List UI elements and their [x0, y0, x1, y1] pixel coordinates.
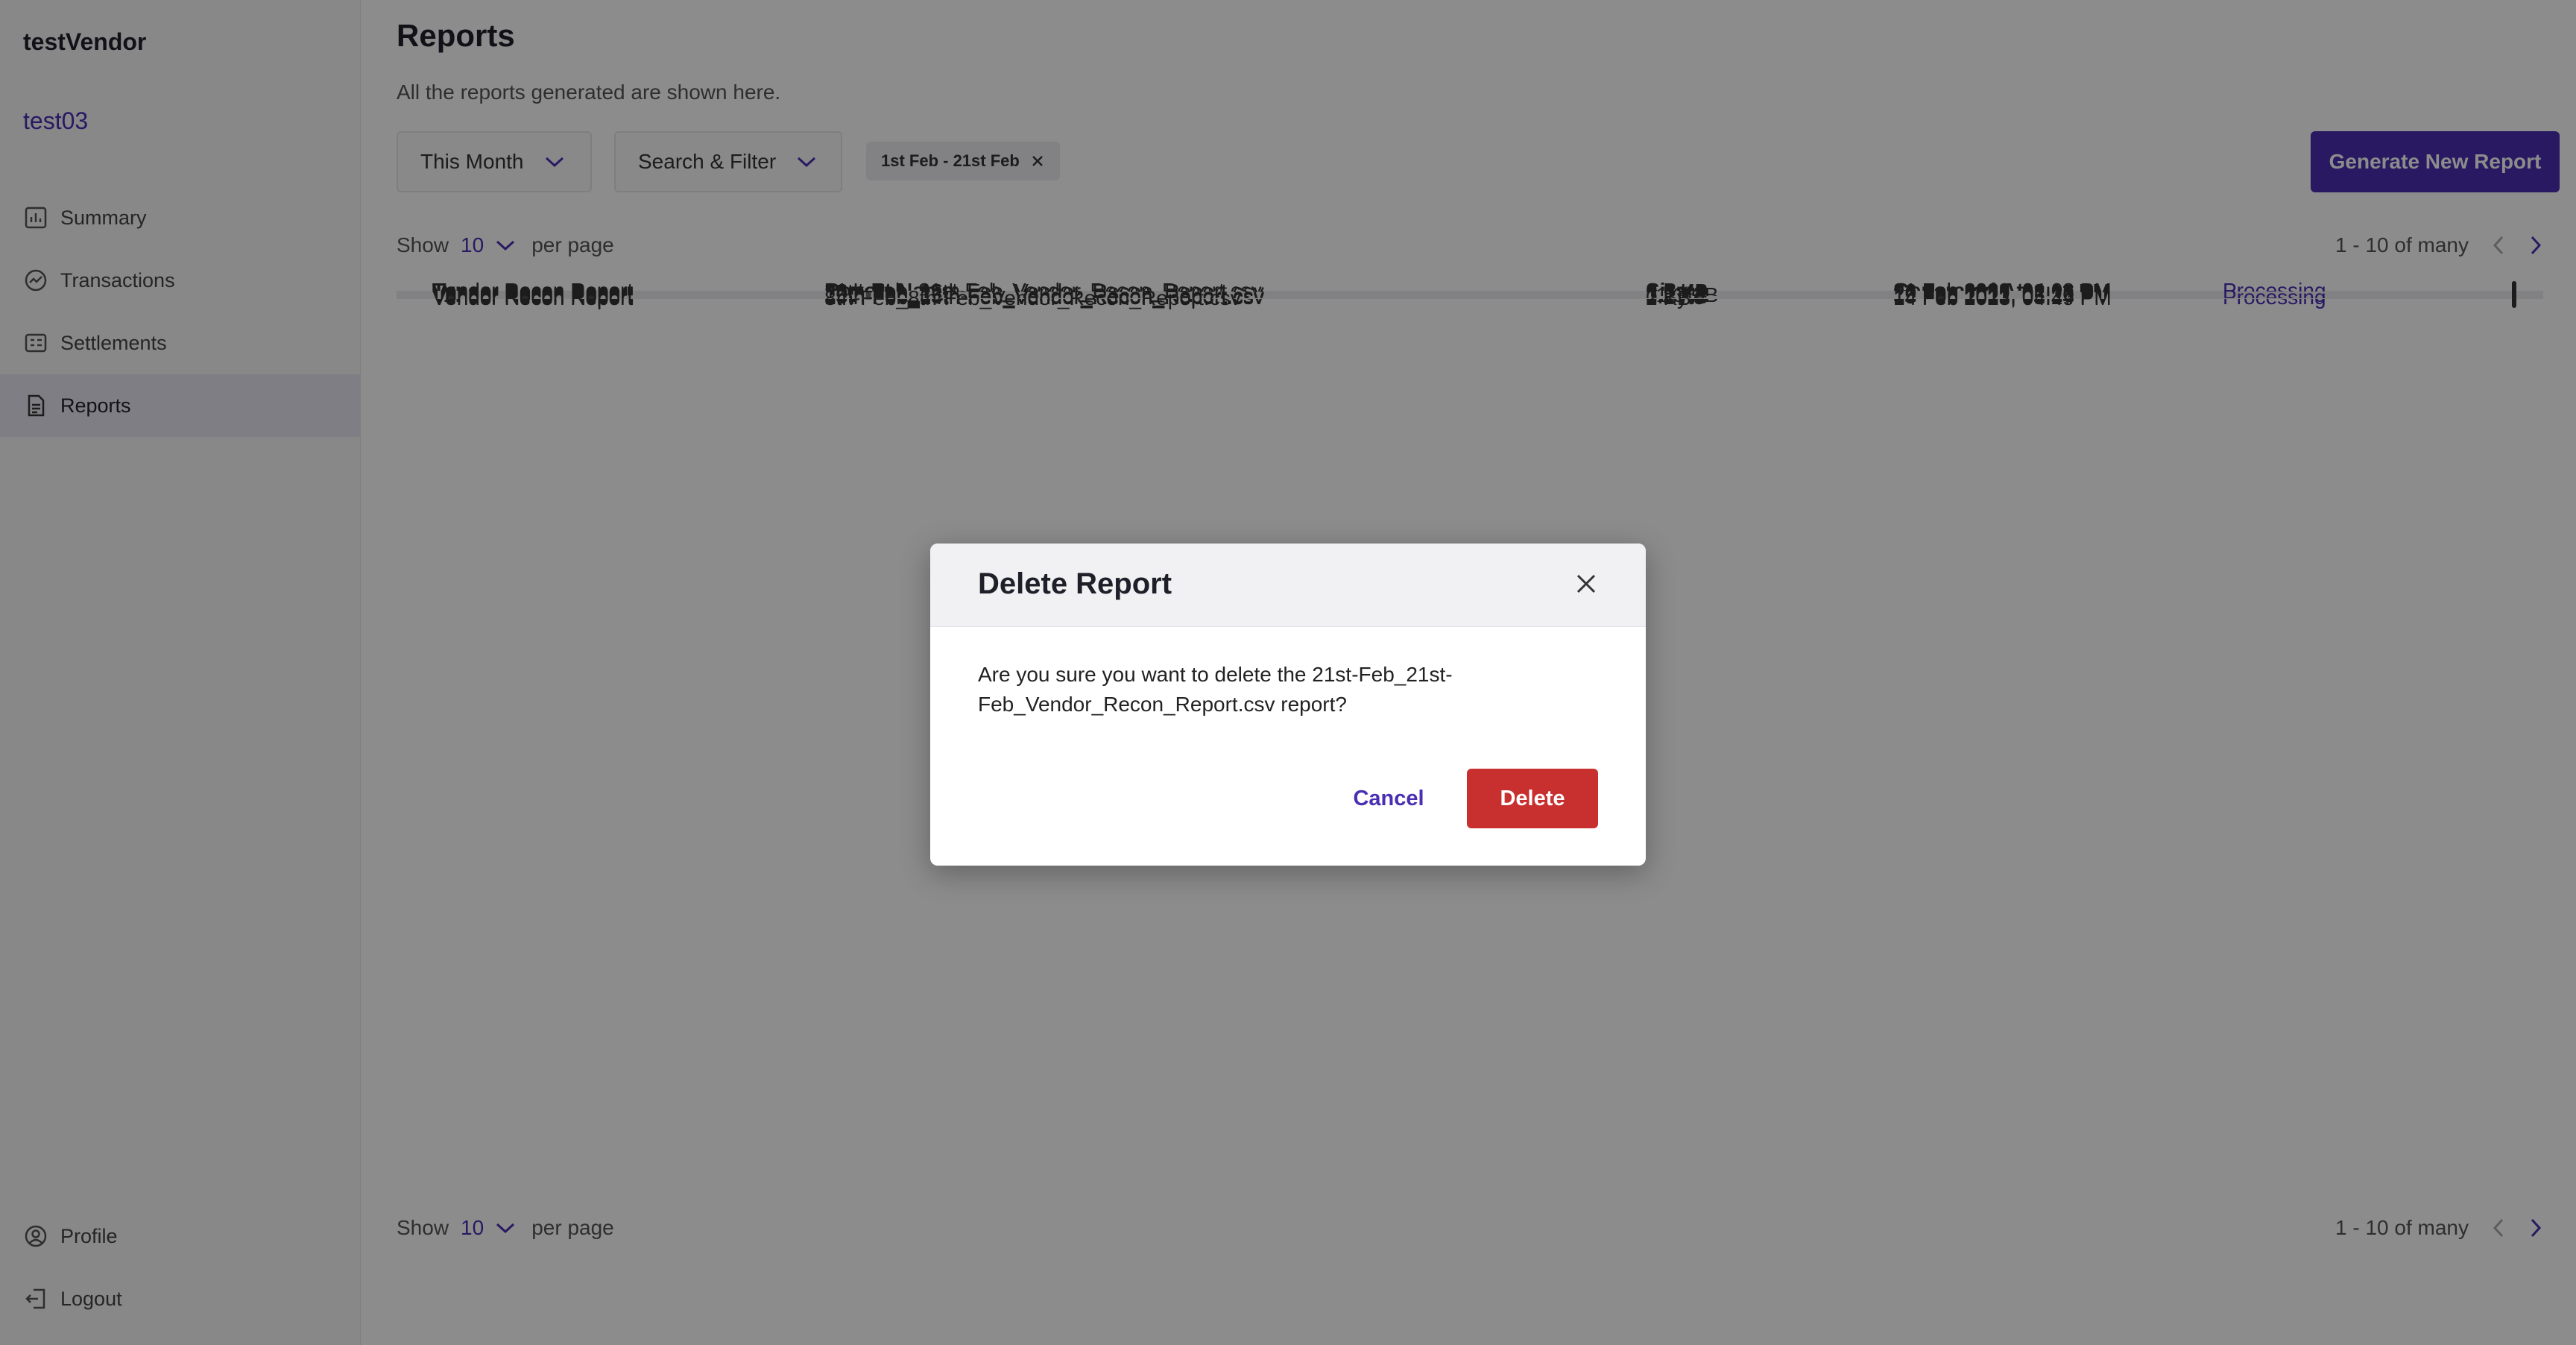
cancel-button[interactable]: Cancel [1333, 769, 1445, 828]
dialog-message: Are you sure you want to delete the 21st… [978, 663, 1453, 716]
delete-button[interactable]: Delete [1467, 769, 1598, 828]
dialog-header: Delete Report [930, 544, 1646, 627]
delete-report-dialog: Delete Report Are you sure you want to d… [930, 544, 1646, 866]
close-icon[interactable] [1571, 569, 1601, 599]
dialog-title: Delete Report [978, 567, 1172, 600]
